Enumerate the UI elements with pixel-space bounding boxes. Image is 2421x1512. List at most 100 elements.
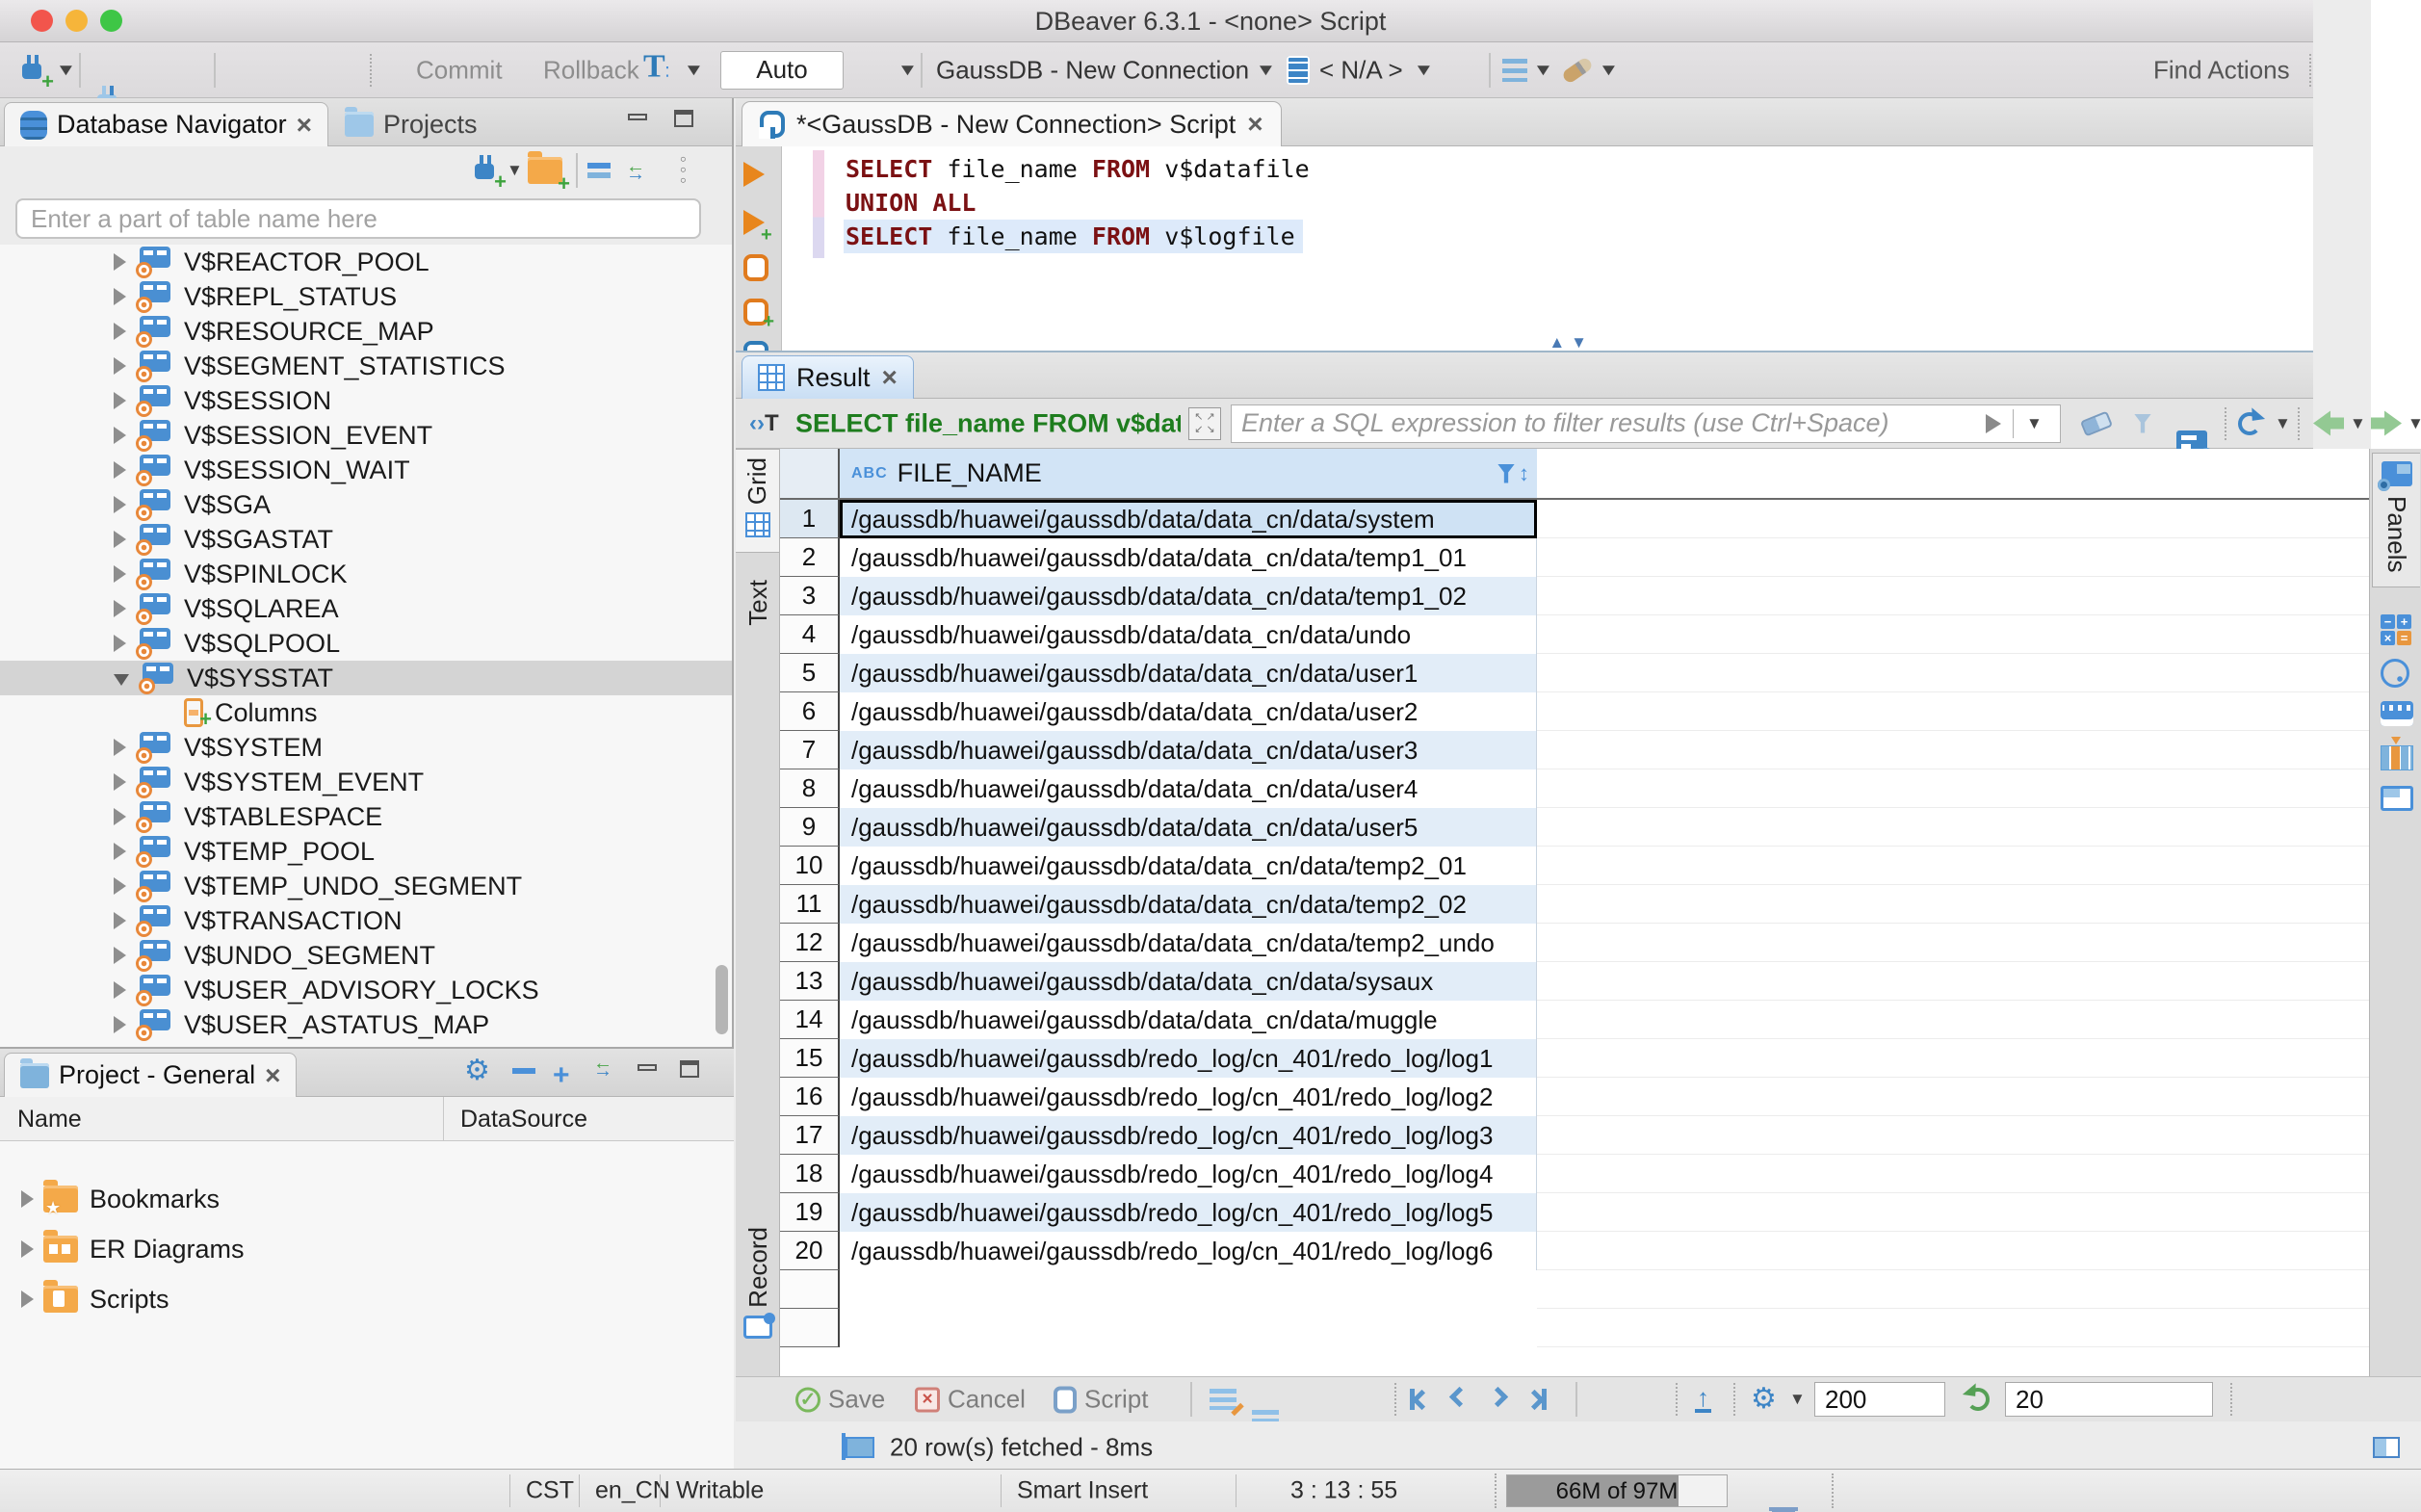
tree-item-v-temp-undo-segment[interactable]: V$TEMP_UNDO_SEGMENT — [0, 869, 732, 903]
settings-dropdown-icon[interactable]: ▼ — [1789, 1390, 1806, 1409]
tab-database-navigator[interactable]: Database Navigator × — [4, 102, 328, 146]
file-name-cell[interactable]: /gaussdb/huawei/gaussdb/data/data_cn/dat… — [840, 500, 1537, 538]
minimize-panel-button[interactable] — [628, 114, 647, 120]
tree-scrollbar[interactable] — [716, 965, 728, 1034]
memory-gauge[interactable]: 66M of 97M — [1506, 1474, 1728, 1507]
tree-item-v-user-astatus-map[interactable]: V$USER_ASTATUS_MAP — [0, 1007, 732, 1042]
tree-item-v-resource-map[interactable]: V$RESOURCE_MAP — [0, 314, 732, 349]
row-number[interactable]: 16 — [780, 1078, 840, 1116]
tree-item-columns[interactable]: Columns — [0, 695, 732, 730]
file-name-cell[interactable]: /gaussdb/huawei/gaussdb/redo_log/cn_401/… — [840, 1155, 1537, 1193]
gear-icon[interactable]: ⚙ — [464, 1056, 490, 1085]
row-number[interactable]: 6 — [780, 692, 840, 731]
tree-item-v-undo-segment[interactable]: V$UNDO_SEGMENT — [0, 938, 732, 973]
expand-arrow-icon[interactable] — [114, 600, 126, 617]
link-with-editor-icon[interactable]: ←→ — [593, 1056, 612, 1078]
new-connection-dropdown-icon[interactable]: ▼ — [55, 61, 76, 80]
execute-script-new-tab-icon[interactable] — [743, 299, 768, 326]
view-menu-icon[interactable]: ○ ○ ○ — [680, 155, 687, 187]
file-name-cell[interactable]: /gaussdb/huawei/gaussdb/redo_log/cn_401/… — [840, 1039, 1537, 1078]
expand-arrow-icon[interactable] — [114, 565, 126, 583]
collapse-all-icon[interactable] — [587, 163, 611, 178]
column-sort-icon[interactable]: ↕ — [1519, 461, 1529, 486]
tab-record[interactable]: Record — [736, 1219, 780, 1346]
previous-row-button[interactable] — [1452, 1390, 1467, 1409]
file-name-cell[interactable]: /gaussdb/huawei/gaussdb/data/data_cn/dat… — [840, 885, 1537, 924]
close-icon[interactable]: × — [1247, 113, 1263, 136]
grouping-panel-icon[interactable] — [2381, 745, 2413, 770]
value-viewer-panel-icon[interactable] — [2381, 659, 2409, 688]
row-number[interactable]: 8 — [780, 769, 840, 808]
file-name-cell[interactable]: /gaussdb/huawei/gaussdb/redo_log/cn_401/… — [840, 1232, 1537, 1270]
tree-item-v-sgastat[interactable]: V$SGASTAT — [0, 522, 732, 557]
file-name-cell[interactable]: /gaussdb/huawei/gaussdb/data/data_cn/dat… — [840, 615, 1537, 654]
tab-projects[interactable]: Projects — [329, 102, 493, 146]
tree-item-v-session-event[interactable]: V$SESSION_EVENT — [0, 418, 732, 453]
autocommit-mode-select[interactable]: Auto — [720, 51, 844, 90]
minimize-panel-button[interactable] — [638, 1064, 657, 1071]
expand-arrow-icon[interactable] — [114, 947, 126, 964]
column-filter-icon[interactable] — [1497, 464, 1515, 483]
row-number[interactable]: 9 — [780, 808, 840, 847]
column-divider[interactable] — [443, 1097, 444, 1141]
row-number[interactable]: 11 — [780, 885, 840, 924]
transaction-dropdown-icon[interactable]: ▼ — [683, 61, 704, 80]
expand-arrow-icon[interactable] — [114, 739, 126, 756]
expand-all-icon[interactable]: + — [553, 1059, 570, 1092]
expand-arrow-icon[interactable] — [114, 496, 126, 513]
execute-statement-icon[interactable] — [743, 162, 765, 187]
file-name-cell[interactable]: /gaussdb/huawei/gaussdb/data/data_cn/dat… — [840, 654, 1537, 692]
tree-item-v-sga[interactable]: V$SGA — [0, 487, 732, 522]
tab-panels[interactable]: Panels — [2372, 453, 2420, 587]
panel-toggle-icon[interactable] — [2373, 1437, 2400, 1458]
maximize-panel-button[interactable] — [680, 1060, 699, 1078]
file-name-cell[interactable]: /gaussdb/huawei/gaussdb/data/data_cn/dat… — [840, 731, 1537, 769]
expand-arrow-icon[interactable] — [114, 981, 126, 999]
row-number[interactable]: 18 — [780, 1155, 840, 1193]
expand-arrow-icon[interactable] — [114, 1016, 126, 1033]
tree-item-v-segment-statistics[interactable]: V$SEGMENT_STATISTICS — [0, 349, 732, 383]
splitter-arrows-icon[interactable]: ▲▼ — [1549, 333, 1593, 352]
format-dropdown-icon[interactable]: ▼ — [1598, 61, 1619, 80]
file-name-cell[interactable]: /gaussdb/huawei/gaussdb/data/data_cn/dat… — [840, 538, 1537, 577]
query-history-dropdown-icon[interactable]: ▼ — [897, 61, 918, 80]
expand-arrow-icon[interactable] — [114, 323, 126, 340]
output-list-icon[interactable] — [1502, 59, 1527, 82]
script-button[interactable]: Script — [1054, 1385, 1148, 1415]
tree-item-v-spinlock[interactable]: V$SPINLOCK — [0, 557, 732, 591]
project-item-bookmarks[interactable]: Bookmarks — [0, 1174, 734, 1224]
close-icon[interactable]: × — [297, 114, 312, 137]
tree-item-v-user-advisory-locks[interactable]: V$USER_ADVISORY_LOCKS — [0, 973, 732, 1007]
next-row-button[interactable] — [1491, 1390, 1505, 1409]
row-number[interactable]: 10 — [780, 847, 840, 885]
collapse-arrow-icon[interactable] — [114, 674, 129, 686]
file-name-cell[interactable]: /gaussdb/huawei/gaussdb/data/data_cn/dat… — [840, 808, 1537, 847]
expand-arrow-icon[interactable] — [114, 912, 126, 929]
filter-expression-input[interactable] — [1241, 407, 1973, 440]
new-connection-dropdown-icon[interactable]: ▼ — [507, 161, 523, 180]
metadata-panel-icon[interactable] — [2381, 701, 2413, 726]
sql-code[interactable]: SELECT file_name FROM v$datafileUNION AL… — [844, 152, 1317, 253]
file-name-cell[interactable]: /gaussdb/huawei/gaussdb/data/data_cn/dat… — [840, 847, 1537, 885]
sql-line-1[interactable]: SELECT file_name FROM v$datafile — [844, 152, 1317, 186]
sql-line-3[interactable]: SELECT file_name FROM v$logfile — [844, 220, 1303, 253]
expand-arrow-icon[interactable] — [114, 808, 126, 825]
expand-arrow-icon[interactable] — [114, 843, 126, 860]
tree-item-v-temp-pool[interactable]: V$TEMP_POOL — [0, 834, 732, 869]
tab-project-general[interactable]: Project - General × — [4, 1053, 297, 1097]
tree-item-v-session[interactable]: V$SESSION — [0, 383, 732, 418]
collapse-all-icon[interactable] — [512, 1068, 535, 1074]
row-number[interactable]: 13 — [780, 962, 840, 1001]
tree-item-v-tablespace[interactable]: V$TABLESPACE — [0, 799, 732, 834]
sql-editor[interactable]: SELECT file_name FROM v$datafileUNION AL… — [736, 146, 2421, 351]
refresh-interval-input[interactable]: 20 — [2005, 1382, 2213, 1417]
expand-arrow-icon[interactable] — [21, 1240, 34, 1258]
expand-arrow-icon[interactable] — [114, 635, 126, 652]
execute-new-tab-icon[interactable] — [743, 210, 765, 235]
maximize-panel-button[interactable] — [674, 110, 693, 127]
refresh-dropdown-icon[interactable]: ▼ — [2275, 414, 2291, 433]
new-connection-button[interactable]: + — [17, 55, 46, 86]
previous-dropdown-icon[interactable]: ▼ — [2350, 414, 2366, 433]
tree-item-v-reactor-pool[interactable]: V$REACTOR_POOL — [0, 245, 732, 279]
next-dropdown-icon[interactable]: ▼ — [2408, 414, 2421, 433]
